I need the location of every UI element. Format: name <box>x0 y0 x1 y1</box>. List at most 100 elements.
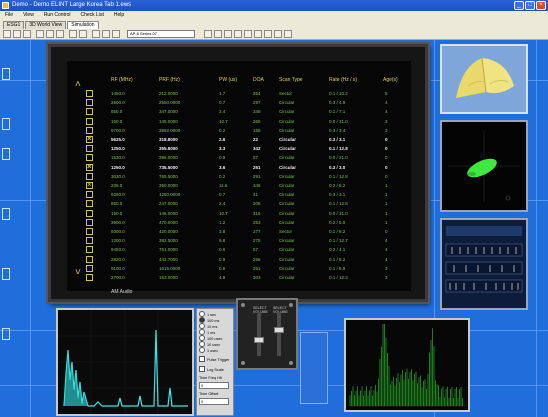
row-checkbox[interactable] <box>86 274 93 281</box>
cell-pw: 3.8 <box>219 229 226 234</box>
tab-simulation[interactable]: Simulation <box>67 21 99 29</box>
pulse-train-plot <box>442 220 526 308</box>
row-checkbox[interactable] <box>86 126 93 134</box>
row-checkbox[interactable] <box>86 228 93 235</box>
row-checkbox[interactable] <box>86 191 93 199</box>
row-checkbox[interactable] <box>86 209 93 217</box>
time-freq-input[interactable]: 0 <box>199 382 229 389</box>
scenario-select[interactable]: AP-6 Series 07 <box>127 30 195 38</box>
table-row[interactable]: 9290.0 1250.0000 0.7 41 Circular 0.3 / 3.1 1 <box>67 190 411 199</box>
zoom-in-icon[interactable] <box>69 30 77 38</box>
indicator-box <box>2 208 10 220</box>
close-button[interactable]: × <box>536 1 546 10</box>
zoom-out-icon[interactable] <box>79 30 87 38</box>
table-row[interactable]: 150.0 145.0000 10.7 265 Circular 0.0 / 31.0 3 <box>67 117 411 126</box>
cell-rf: 1250.0 <box>111 146 125 152</box>
cell-prf: 1250.0000 <box>159 192 181 198</box>
row-checkbox[interactable] <box>86 180 93 189</box>
log-scale-checkbox[interactable]: Log Scale <box>199 366 231 373</box>
row-checkbox[interactable] <box>86 218 93 226</box>
copy-icon[interactable] <box>102 30 110 38</box>
table-row[interactable]: 5625.0 318.8000 2.6 22 Circular 0.3 / 3.1 0 <box>67 134 411 144</box>
menu-run-control[interactable]: Run Control <box>44 11 71 20</box>
table-row[interactable]: 1250.0 735.5000 3.6 251 Circular 0.3 / 3.0 0 <box>67 162 411 172</box>
tab-esg1[interactable]: ESG1 <box>3 21 25 29</box>
open-folder-icon[interactable] <box>13 30 21 38</box>
cell-pw: 2.4 <box>219 109 226 115</box>
menu-view[interactable]: View <box>23 11 34 20</box>
row-checkbox[interactable] <box>86 90 93 97</box>
table-row[interactable]: 850.0 347.0000 2.4 346 Circular 0.1 / 7.1 4 <box>67 107 411 116</box>
maximize-button[interactable]: □ <box>525 1 535 10</box>
row-checkbox[interactable] <box>86 108 93 116</box>
cell-scan-type: Circular <box>279 118 295 124</box>
row-checkbox[interactable] <box>86 145 93 153</box>
map-icon[interactable] <box>234 30 242 38</box>
new-file-icon[interactable] <box>3 30 11 38</box>
cell-age: 1 <box>385 201 388 207</box>
table-row[interactable]: 1250.0 355.8000 3.3 342 Circular 0.1 / 12.8 0 <box>67 144 411 153</box>
wave-icon[interactable] <box>254 30 262 38</box>
table-row[interactable]: 9100.0 1615.0000 0.6 251 Circular 0.1 / 8.9 3 <box>67 264 411 273</box>
row-checkbox[interactable] <box>86 200 93 208</box>
tab-3d-world-view[interactable]: 3D World View <box>25 21 67 29</box>
cell-doa: 251 <box>253 265 261 271</box>
target-icon[interactable] <box>244 30 252 38</box>
print-icon[interactable] <box>92 30 100 38</box>
table-row[interactable]: 1530.0 395.0000 0.9 57 Circular 0.0 / 21.0 0 <box>67 153 411 162</box>
table-row[interactable]: 9700.0 3892.0000 0.2 158 Circular 0.3 / 3.4 3 <box>67 126 411 135</box>
cell-rate: 0.1 / 12.3 <box>329 275 348 280</box>
row-checkbox[interactable] <box>86 237 93 245</box>
minimize-button[interactable]: _ <box>514 1 524 10</box>
table-row[interactable]: 3030.0 765.5000 0.2 291 Circular 0.1 / 12.8 0 <box>67 172 411 181</box>
table-row[interactable]: 235.0 350.0000 11.6 346 Circular 0.2 / 6.2 1 <box>67 180 411 190</box>
row-checkbox[interactable] <box>86 117 93 125</box>
table-row[interactable]: 2700.0 153.0000 4.9 303 Circular 0.1 / 12.3 3 <box>67 273 411 282</box>
stop-icon[interactable] <box>56 30 64 38</box>
row-checkbox[interactable] <box>86 162 93 171</box>
volume-slider-1[interactable] <box>254 336 264 343</box>
volume-slider-2[interactable] <box>274 327 284 334</box>
row-checkbox[interactable] <box>86 255 93 263</box>
cell-scan-type: Circular <box>279 247 295 253</box>
row-checkbox[interactable] <box>86 154 93 162</box>
cell-rate: 0.3 / 3.4 <box>329 127 346 133</box>
cell-rf: 9700.0 <box>111 127 125 133</box>
pulse-trigger-checkbox[interactable]: Pulse Trigger <box>199 356 231 363</box>
cell-rate: 0.1 / 12.8 <box>329 173 348 179</box>
tools-icon[interactable] <box>264 30 272 38</box>
row-checkbox[interactable] <box>86 264 93 272</box>
sweep-option-1us[interactable]: 1 usec <box>199 347 231 353</box>
settings-icon[interactable] <box>274 30 282 38</box>
play-icon[interactable] <box>36 30 44 38</box>
menu-help[interactable]: Help <box>114 11 124 20</box>
table-row[interactable]: 2820.0 442.7000 0.9 256 Circular 0.1 / 8.2 4 <box>67 255 411 264</box>
row-checkbox[interactable] <box>86 134 93 143</box>
row-checkbox[interactable] <box>86 246 93 254</box>
layout-icon[interactable] <box>224 30 232 38</box>
table-row[interactable]: 850.0 247.0000 2.4 206 Circular 0.1 / 12.8 1 <box>67 199 411 208</box>
cell-prf: 382.5000 <box>159 238 178 244</box>
cell-age: 3 <box>385 275 388 280</box>
menu-file[interactable]: File <box>5 11 13 20</box>
table-row[interactable]: 150.0 146.0000 10.7 315 Circular 0.0 / 31.0 1 <box>67 209 411 218</box>
row-checkbox[interactable] <box>86 99 93 107</box>
grid-icon[interactable] <box>214 30 222 38</box>
row-checkbox[interactable] <box>86 172 93 180</box>
help-icon[interactable] <box>284 30 292 38</box>
emitter-monitor: RF (MHz) PRF (Hz) PW (us) DOA Scan Type … <box>48 44 428 302</box>
table-row[interactable]: 1300.0 382.5000 6.8 275 Circular 0.1 / 12.7 4 <box>67 236 411 245</box>
cell-doa: 277 <box>253 229 261 234</box>
time-offset-input[interactable]: 0 <box>199 398 229 405</box>
table-row[interactable]: 1450.0 212.0000 1.7 254 Sector 0.1 / 10.2 5 <box>67 89 411 98</box>
camera-icon[interactable] <box>112 30 120 38</box>
pause-icon[interactable] <box>46 30 54 38</box>
table-row[interactable]: 3900.0 470.0000 1.2 253 Circular 0.2 / 5.0 1 <box>67 218 411 227</box>
table-row[interactable]: 9300.0 420.0000 3.8 277 Sector 0.1 / 8.2 0 <box>67 227 411 236</box>
menu-check-list[interactable]: Check List <box>81 11 104 20</box>
cell-pw: 2.4 <box>219 201 226 207</box>
table-row[interactable]: 9450.0 751.0000 0.6 57 Circular 0.2 / 4.1 4 <box>67 245 411 254</box>
table-row[interactable]: 2800.0 2550.0000 0.7 297 Circular 0.3 / 4.9 4 <box>67 98 411 107</box>
save-icon[interactable] <box>23 30 31 38</box>
pin-icon[interactable] <box>204 30 212 38</box>
